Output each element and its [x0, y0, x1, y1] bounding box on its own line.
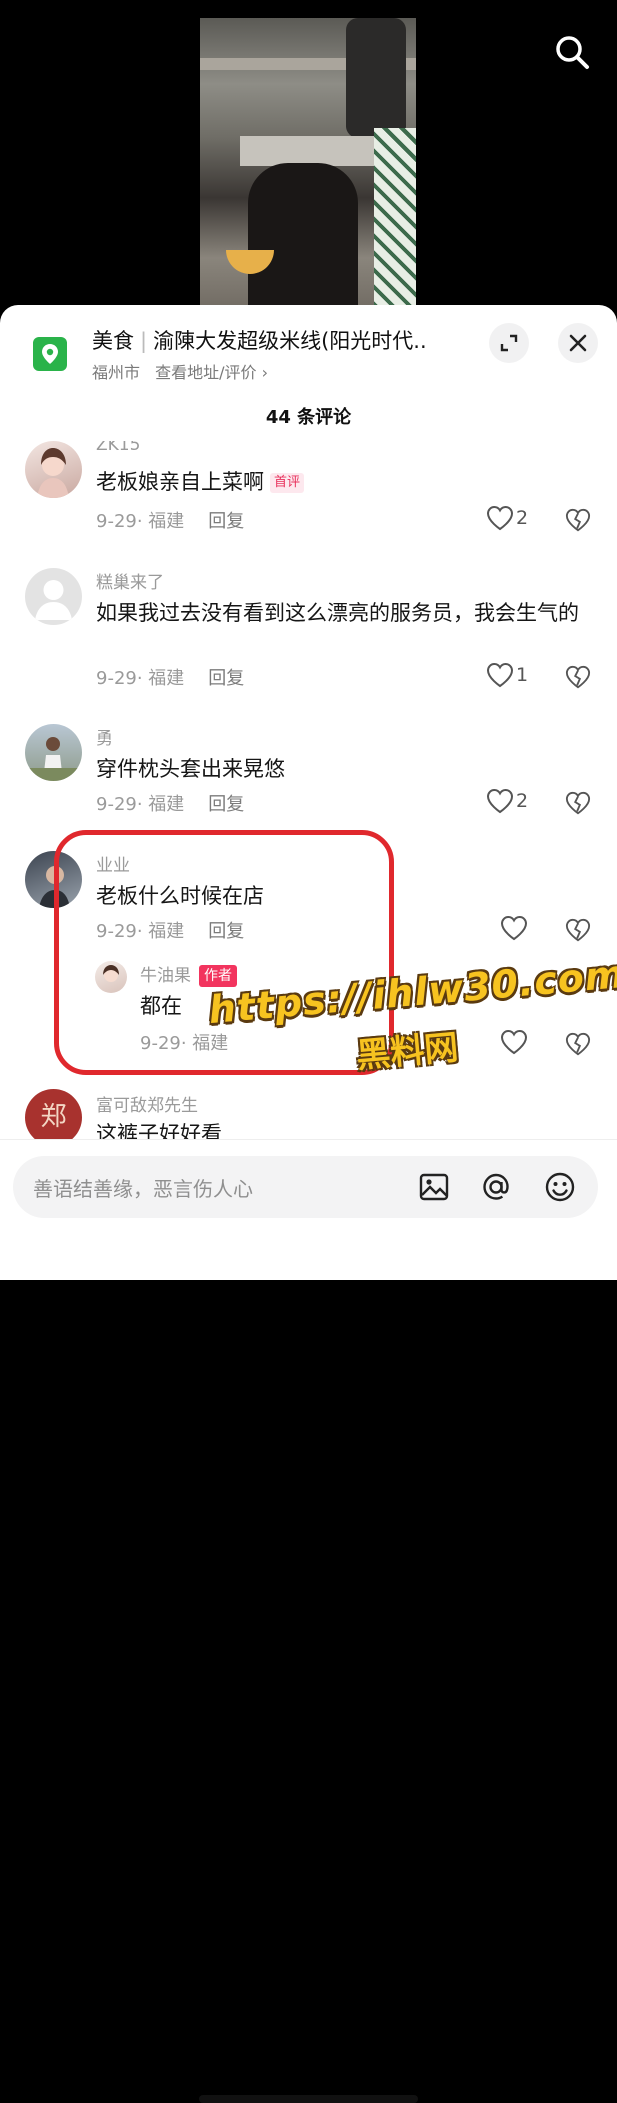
- avatar[interactable]: [25, 568, 82, 625]
- avatar[interactable]: 郑: [25, 1089, 82, 1139]
- comment-date: 9-29· 福建: [96, 668, 185, 689]
- emoji-icon[interactable]: [541, 1168, 579, 1206]
- comment-username[interactable]: 勇: [96, 724, 113, 749]
- first-comment-badge: 首评: [270, 473, 305, 493]
- comment-username[interactable]: 富可敌郑先生: [96, 1091, 198, 1116]
- expand-icon: [500, 334, 518, 352]
- avatar[interactable]: [25, 851, 82, 908]
- reply-meta: 9-29· 福建: [140, 1029, 228, 1055]
- expand-button[interactable]: [489, 323, 529, 363]
- avatar-text: 郑: [40, 1102, 67, 1132]
- reply-avatar[interactable]: [95, 961, 127, 993]
- comment-meta: 9-29· 福建 回复: [96, 917, 244, 943]
- reply-username-text[interactable]: 牛油果: [140, 966, 191, 986]
- reply-text: 都在: [140, 994, 182, 1018]
- broken-heart-icon: [565, 1032, 591, 1056]
- comment-input[interactable]: 善语结善缘，恶言伤人心: [13, 1156, 598, 1218]
- location-card[interactable]: 美食 | 渝陳大发超级米线(阳光时代.. 福州市 查看地址/评价 ›: [0, 305, 617, 385]
- comment-meta: 9-29· 福建 回复: [96, 664, 244, 690]
- like-button[interactable]: 1: [486, 662, 546, 692]
- heart-icon: [486, 662, 514, 688]
- dislike-button[interactable]: [565, 917, 591, 943]
- comment-count: 44 条评论: [265, 407, 352, 428]
- search-icon[interactable]: [552, 32, 592, 72]
- comment-text-body: 老板娘亲自上菜啊: [96, 470, 264, 494]
- like-count: 2: [516, 507, 529, 529]
- reply-like-button[interactable]: [500, 1029, 560, 1059]
- like-button[interactable]: 2: [486, 788, 546, 818]
- broken-heart-icon: [565, 508, 591, 532]
- reply-username: 牛油果 作者: [140, 961, 237, 987]
- dislike-button[interactable]: [565, 664, 591, 690]
- location-title[interactable]: 美食 | 渝陳大发超级米线(阳光时代..: [92, 325, 472, 355]
- video-frame[interactable]: [200, 18, 416, 318]
- heart-icon: [500, 1029, 528, 1055]
- close-button[interactable]: [558, 323, 598, 363]
- location-divider: |: [140, 329, 148, 353]
- broken-heart-icon: [565, 791, 591, 815]
- like-count: 2: [516, 790, 529, 812]
- author-badge: 作者: [199, 965, 237, 987]
- avatar[interactable]: [25, 441, 82, 498]
- comment-text: 如果我过去没有看到这么漂亮的服务员，我会生气的: [96, 601, 579, 625]
- close-icon: [569, 334, 587, 352]
- mention-icon[interactable]: [477, 1168, 515, 1206]
- comment-text: 老板什么时候在店: [96, 884, 264, 908]
- comment-text: 老板娘亲自上菜啊 首评: [96, 467, 586, 497]
- comment-text: 穿件枕头套出来晃悠: [96, 757, 285, 781]
- comment-meta: 9-29· 福建 回复: [96, 790, 244, 816]
- broken-heart-icon: [565, 665, 591, 689]
- dislike-button[interactable]: [565, 790, 591, 816]
- video-tile-wall: [374, 128, 416, 318]
- comment-date: 9-29· 福建: [96, 921, 185, 942]
- like-button[interactable]: 2: [486, 505, 546, 535]
- comment-username[interactable]: 业业: [96, 851, 130, 876]
- comment-input-bar: 善语结善缘，恶言伤人心: [0, 1139, 617, 2103]
- location-city: 福州市: [92, 363, 141, 382]
- heart-icon: [486, 505, 514, 531]
- dislike-button[interactable]: [565, 507, 591, 533]
- image-icon[interactable]: [415, 1168, 453, 1206]
- reply-button[interactable]: 回复: [208, 511, 244, 532]
- location-name: 渝陳大发超级米线(阳光时代..: [153, 329, 427, 353]
- location-link[interactable]: 查看地址/评价 ›: [155, 363, 268, 382]
- video-player[interactable]: [0, 0, 617, 320]
- comment-date: 9-29· 福建: [96, 511, 185, 532]
- comment-username[interactable]: 糕巢来了: [96, 568, 164, 593]
- like-button[interactable]: [500, 915, 560, 945]
- comment-date: 9-29· 福建: [96, 794, 185, 815]
- comment-text: 这裤子好好看: [96, 1122, 222, 1139]
- video-person: [248, 163, 358, 318]
- broken-heart-icon: [565, 918, 591, 942]
- video-worker: [346, 18, 406, 138]
- like-count: 1: [516, 664, 529, 686]
- comment-list[interactable]: ZK15 老板娘亲自上菜啊 首评 9-29· 福建 回复 2 糕巢来了 如果我过去没…: [0, 441, 617, 1139]
- reply-button[interactable]: 回复: [208, 794, 244, 815]
- video-counter: [240, 136, 380, 166]
- avatar[interactable]: [25, 724, 82, 781]
- reply-button[interactable]: 回复: [208, 921, 244, 942]
- reply-date: 9-29· 福建: [140, 1033, 229, 1054]
- home-indicator[interactable]: [199, 2095, 418, 2103]
- heart-icon: [486, 788, 514, 814]
- comment-input-placeholder: 善语结善缘，恶言伤人心: [33, 1177, 253, 1201]
- heart-icon: [500, 915, 528, 941]
- location-category: 美食: [92, 329, 134, 353]
- reply-button[interactable]: 回复: [208, 668, 244, 689]
- reply-dislike-button[interactable]: [565, 1031, 591, 1057]
- comment-sheet: 美食 | 渝陳大发超级米线(阳光时代.. 福州市 查看地址/评价 › 44 条评论 …: [0, 305, 617, 2103]
- location-subtitle: 福州市 查看地址/评价 ›: [92, 359, 268, 383]
- location-pin-icon: [33, 337, 67, 371]
- comment-username[interactable]: ZK15: [96, 441, 140, 455]
- comment-meta: 9-29· 福建 回复: [96, 507, 244, 533]
